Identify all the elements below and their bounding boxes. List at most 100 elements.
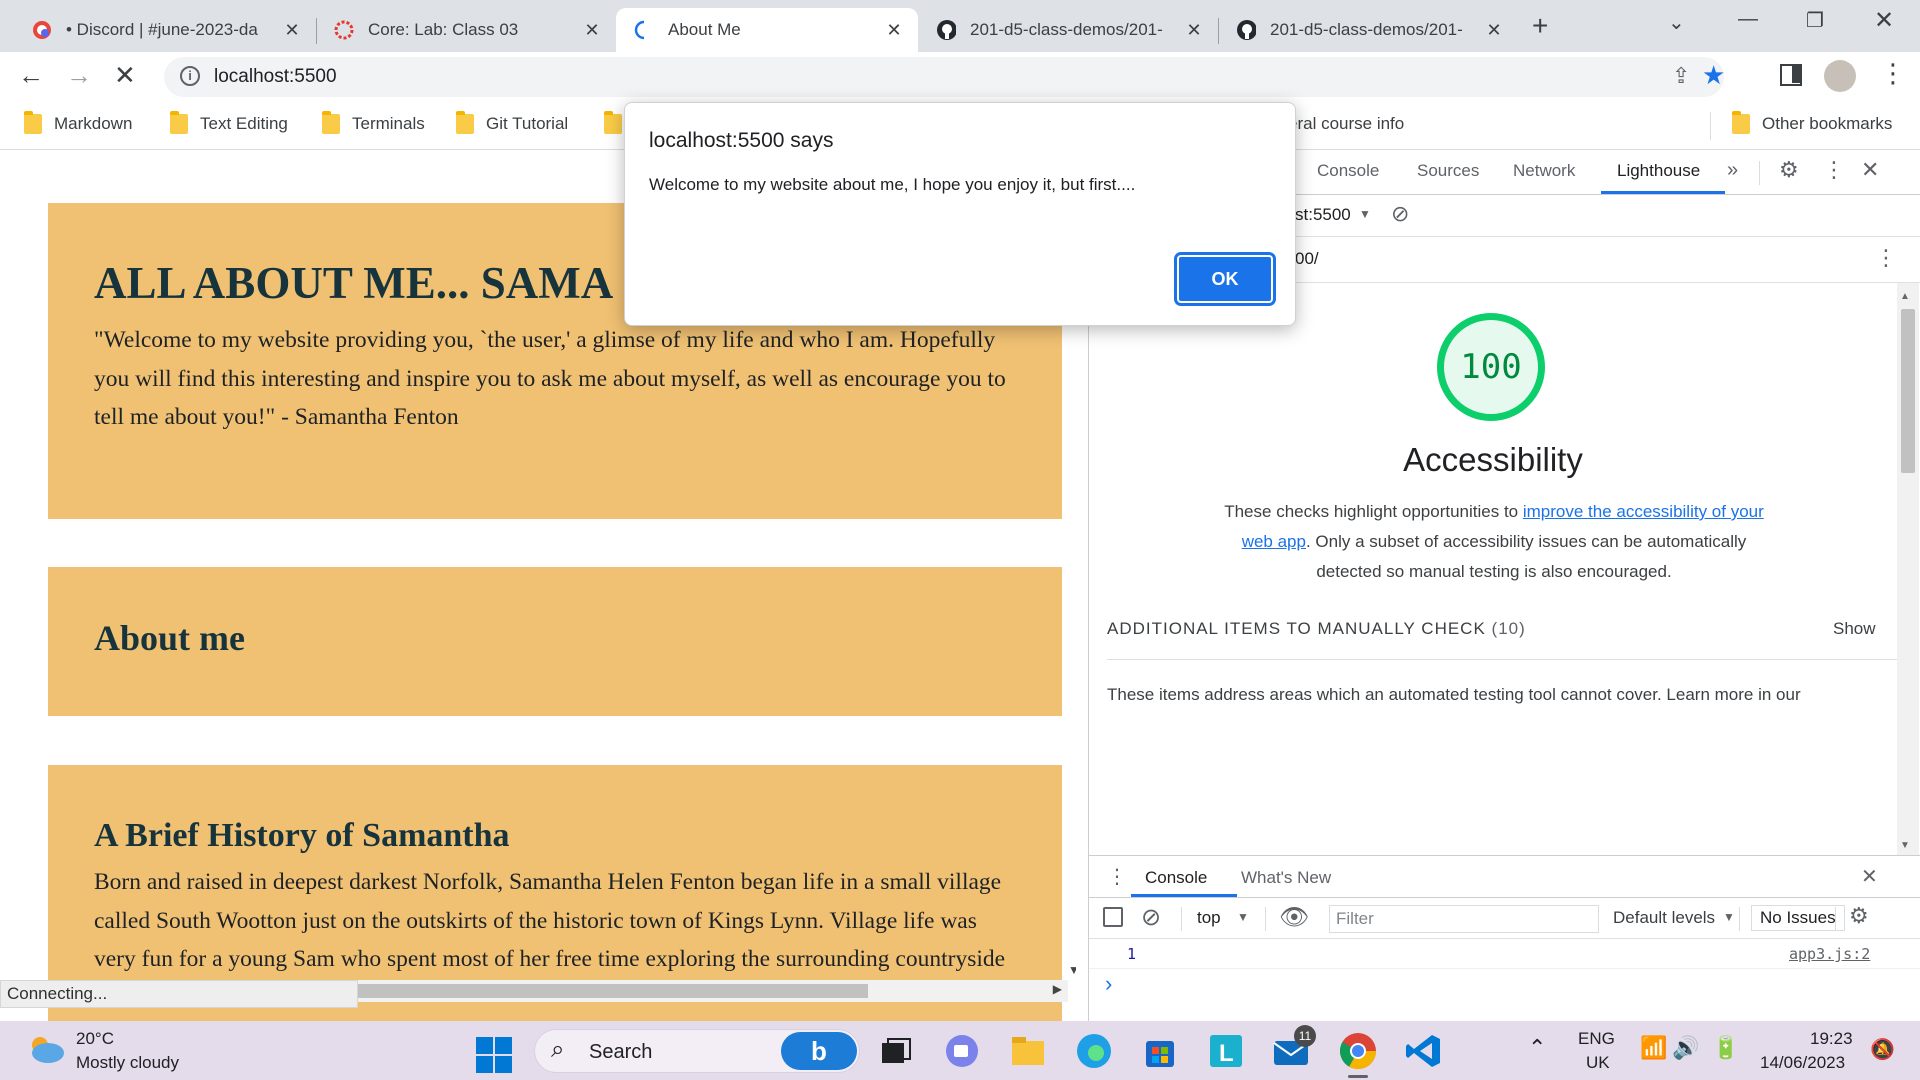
drawer-tab-whats-new[interactable]: What's New [1241,868,1331,888]
bookmark-git-tutorial[interactable]: Git Tutorial [456,111,568,134]
history-heading: A Brief History of Samantha [94,817,510,854]
dropdown-arrow-icon[interactable]: ▼ [1359,207,1371,221]
dropdown-arrow-icon[interactable]: ▼ [1237,910,1249,924]
close-icon[interactable]: ✕ [1484,20,1504,41]
clear-icon[interactable]: ⊘ [1391,201,1409,227]
github-icon [1236,20,1256,40]
quote-line: tell me about you!" - Samantha Fenton [94,404,459,430]
dropdown-arrow-icon[interactable]: ▼ [1723,910,1735,924]
report-scrollbar[interactable]: ▲ ▼ [1897,283,1919,855]
tab-sources[interactable]: Sources [1417,161,1479,181]
report-select[interactable]: st:5500 [1295,205,1351,225]
volume-icon[interactable]: 🔊 [1672,1035,1699,1061]
close-devtools-icon[interactable]: ✕ [1861,157,1879,183]
tab-github-1[interactable]: 201-d5-class-demos/201- ✕ [918,8,1218,52]
learn-link[interactable]: improve the accessibility of your [1523,502,1764,521]
tab-core-lab[interactable]: Core: Lab: Class 03 ✕ [316,8,616,52]
file-explorer-icon[interactable] [1008,1031,1048,1071]
side-panel-icon[interactable] [1780,64,1802,86]
battery-icon[interactable]: 🔋 [1712,1035,1739,1061]
tab-console[interactable]: Console [1317,161,1379,181]
ok-button[interactable]: OK [1177,255,1273,303]
github-icon [936,20,956,40]
bookmark-terminals[interactable]: Terminals [322,111,425,134]
report-menu-icon[interactable]: ⋮ [1875,245,1897,271]
region-indicator[interactable]: UK [1586,1053,1610,1073]
tab-github-2[interactable]: 201-d5-class-demos/201- ✕ [1218,8,1518,52]
l-app-icon[interactable]: L [1206,1031,1246,1071]
stop-button[interactable]: ✕ [114,60,136,91]
bookmark-markdown[interactable]: Markdown [24,111,132,134]
bookmark-star-icon[interactable]: ★ [1702,60,1725,91]
restore-button[interactable]: ❐ [1806,8,1824,33]
scroll-down-arrow[interactable]: ▼ [1900,840,1910,851]
horizontal-scrollbar[interactable]: ▶ [358,980,1068,1002]
close-icon[interactable]: ✕ [1184,20,1204,41]
tray-chevron-icon[interactable]: ⌃ [1528,1035,1546,1061]
learn-link-cont[interactable]: web app [1242,532,1306,551]
info-icon[interactable]: i [180,66,200,86]
tab-search-icon[interactable]: ⌄ [1668,10,1685,35]
other-bookmarks[interactable]: Other bookmarks [1732,111,1892,134]
microsoft-store-icon[interactable] [1140,1031,1180,1071]
context-select[interactable]: top [1197,908,1221,928]
share-icon[interactable]: ⇪ [1672,63,1690,89]
scroll-up-arrow[interactable]: ▲ [1900,291,1910,302]
show-button[interactable]: Show [1833,619,1876,639]
clock-date[interactable]: 14/06/2023 [1760,1053,1845,1073]
language-indicator[interactable]: ENG [1578,1029,1615,1049]
devtools-menu-icon[interactable]: ⋮ [1823,157,1845,183]
settings-gear-icon[interactable]: ⚙ [1779,157,1799,183]
scroll-right-arrow[interactable]: ▶ [1053,982,1062,996]
bookmark-course-info[interactable]: eral course info [1288,114,1404,134]
taskbar-search-box[interactable]: ⌕ Search b [534,1029,860,1073]
back-button[interactable]: ← [18,60,44,91]
close-icon[interactable]: ✕ [582,20,602,41]
issues-button[interactable]: No Issues [1751,905,1845,931]
close-icon[interactable]: ✕ [884,20,904,41]
menu-icon[interactable]: ⋮ [1880,58,1906,89]
wifi-icon[interactable]: 📶 [1640,1035,1667,1061]
close-icon[interactable]: ✕ [282,20,302,41]
notifications-icon[interactable]: 🔕 [1870,1037,1895,1062]
teams-chat-icon[interactable] [942,1031,982,1071]
log-source-link[interactable]: app3.js:2 [1789,945,1870,963]
minimize-button[interactable]: — [1738,8,1758,31]
more-tabs-icon[interactable]: » [1727,159,1738,182]
tab-lighthouse[interactable]: Lighthouse [1617,161,1700,181]
forward-button[interactable]: → [66,60,92,91]
drawer-menu-icon[interactable]: ⋮ [1107,864,1127,889]
tab-discord[interactable]: • Discord | #june-2023-da ✕ [14,8,316,52]
manual-check-header[interactable]: ADDITIONAL ITEMS TO MANUALLY CHECK (10) [1107,619,1526,639]
console-prompt[interactable]: › [1105,971,1112,997]
scrollbar-thumb[interactable] [1901,309,1915,473]
address-bar[interactable]: i localhost:5500 ⇪ ★ [164,57,1725,97]
chrome-icon[interactable] [1338,1031,1378,1078]
console-settings-icon[interactable]: ⚙ [1849,903,1869,929]
drawer-tab-console[interactable]: Console [1145,868,1207,888]
close-window-button[interactable]: ✕ [1874,6,1894,35]
weather-cloud-icon[interactable] [26,1033,66,1070]
sidebar-toggle-icon[interactable] [1103,907,1123,927]
tab-network[interactable]: Network [1513,161,1575,181]
bing-icon[interactable]: b [781,1032,857,1070]
scrollbar-thumb[interactable] [358,984,868,998]
log-value: 1 [1127,945,1137,963]
edge-browser-icon[interactable] [1074,1031,1114,1071]
eye-icon[interactable]: 👁 [1279,903,1309,932]
profile-avatar[interactable] [1824,60,1856,92]
clock-time[interactable]: 19:23 [1810,1029,1853,1049]
task-view-icon[interactable] [876,1031,916,1071]
clear-console-icon[interactable]: ⊘ [1141,903,1161,932]
new-tab-button[interactable]: + [1532,10,1548,42]
mail-icon[interactable]: 11 [1272,1025,1316,1071]
close-drawer-icon[interactable]: ✕ [1861,864,1878,889]
scroll-down-arrow[interactable]: ▼ [1068,963,1076,977]
windows-start-icon[interactable] [476,1037,516,1077]
filter-input[interactable]: Filter [1329,905,1599,933]
vscode-icon[interactable] [1404,1031,1444,1071]
tab-about-me[interactable]: About Me ✕ [616,8,918,52]
log-levels-select[interactable]: Default levels [1613,908,1715,928]
category-description: These checks highlight opportunities to … [1179,497,1809,587]
bookmark-text-editing[interactable]: Text Editing [170,111,288,134]
